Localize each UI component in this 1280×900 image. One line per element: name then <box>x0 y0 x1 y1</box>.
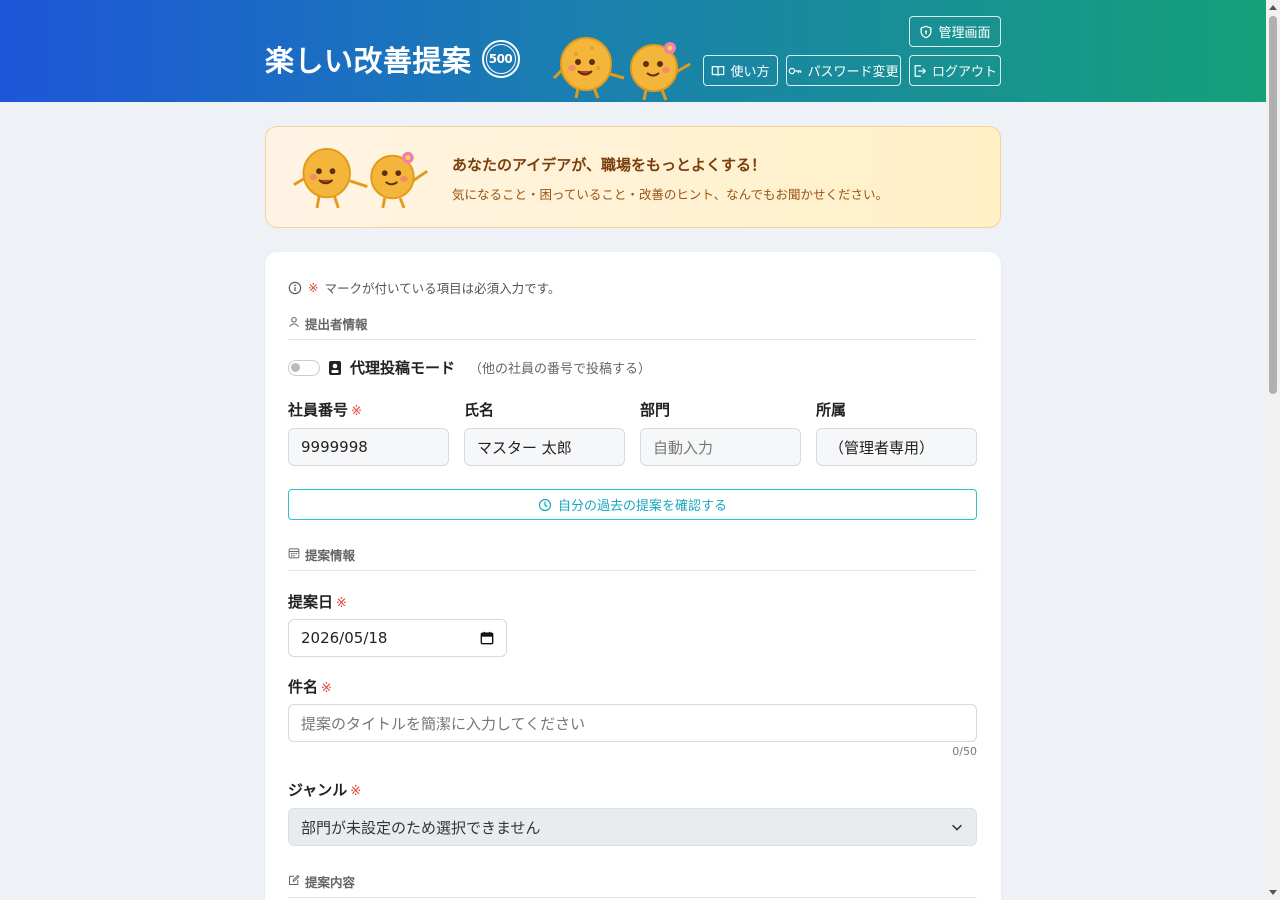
date-input[interactable]: 2026/05/18 <box>288 619 507 657</box>
section-proposal-content: 提案内容 <box>288 872 977 898</box>
mascot-illustration <box>552 37 691 101</box>
affiliation-label: 所属 <box>816 401 847 419</box>
past-proposals-button[interactable]: 自分の過去の提案を確認する <box>288 489 977 520</box>
mascot-illustration <box>293 148 429 209</box>
banner-subtitle: 気になること・困っていること・改善のヒント、なんでもお聞かせください。 <box>452 187 889 202</box>
proxy-mode-toggle[interactable] <box>288 359 320 376</box>
employee-id-input[interactable]: 9999998 <box>288 428 449 466</box>
name-input[interactable]: マスター 太郎 <box>464 428 625 466</box>
id-badge-icon <box>329 360 341 375</box>
edit-icon <box>289 874 300 885</box>
department-input[interactable]: 自動入力 <box>640 428 801 466</box>
subject-char-count: 0/50 <box>952 745 977 758</box>
subject-label: 件名 ※ <box>288 678 332 696</box>
book-icon <box>712 65 725 76</box>
logout-icon <box>914 64 927 77</box>
required-mark: ※ <box>308 280 319 295</box>
banner-title: あなたのアイデアが、職場をもっとよくする！ <box>452 156 766 174</box>
name-label: 氏名 <box>464 401 495 419</box>
key-icon <box>789 67 802 74</box>
required-note: ※ マークが付いている項目は必須入力です。 <box>288 278 560 297</box>
section-submitter: 提出者情報 <box>288 314 977 340</box>
clock-icon <box>538 498 552 511</box>
calendar-picker-icon[interactable] <box>480 631 494 645</box>
employee-id-label: 社員番号 ※ <box>288 401 362 419</box>
proxy-mode-hint: （他の社員の番号で投稿する） <box>469 362 652 377</box>
info-icon <box>288 281 302 294</box>
scroll-thumb[interactable] <box>1269 16 1277 394</box>
password-change-button[interactable]: パスワード変更 <box>786 55 901 86</box>
logout-button[interactable]: ログアウト <box>909 55 1001 86</box>
subject-input[interactable]: 提案のタイトルを簡潔に入力してください <box>288 704 977 742</box>
genre-label: ジャンル ※ <box>288 781 362 799</box>
date-label: 提案日 ※ <box>288 593 347 611</box>
welcome-banner: あなたのアイデアが、職場をもっとよくする！ 気になること・困っていること・改善の… <box>265 126 1001 228</box>
affiliation-input[interactable]: （管理者専用） <box>816 428 977 466</box>
page-scrollbar[interactable] <box>1266 0 1280 900</box>
scroll-down-arrow-icon[interactable] <box>1269 890 1277 895</box>
howto-button[interactable]: 使い方 <box>703 55 778 86</box>
genre-select[interactable]: 部門が未設定のため選択できません <box>288 808 977 846</box>
badge-500: 500 <box>481 40 520 78</box>
department-label: 部門 <box>640 401 671 419</box>
shield-icon <box>921 25 932 38</box>
brand: 楽しい改善提案 500 <box>265 38 520 80</box>
user-icon <box>289 316 299 327</box>
scroll-up-arrow-icon[interactable] <box>1269 5 1277 10</box>
section-proposal-info: 提案情報 <box>288 545 977 571</box>
admin-button[interactable]: 管理画面 <box>909 16 1001 47</box>
app-header: 楽しい改善提案 500 管理画面 使い方 パスワード変更 ログアウト <box>0 0 1266 102</box>
app-title: 楽しい改善提案 <box>265 44 472 78</box>
calendar-icon <box>288 548 300 559</box>
proposal-form: ※ マークが付いている項目は必須入力です。 提出者情報 代理投稿モード （他の社… <box>265 252 1001 900</box>
proxy-mode-label: 代理投稿モード <box>350 359 456 377</box>
chevron-down-icon <box>952 824 962 831</box>
proxy-mode-row: 代理投稿モード （他の社員の番号で投稿する） <box>288 357 651 378</box>
